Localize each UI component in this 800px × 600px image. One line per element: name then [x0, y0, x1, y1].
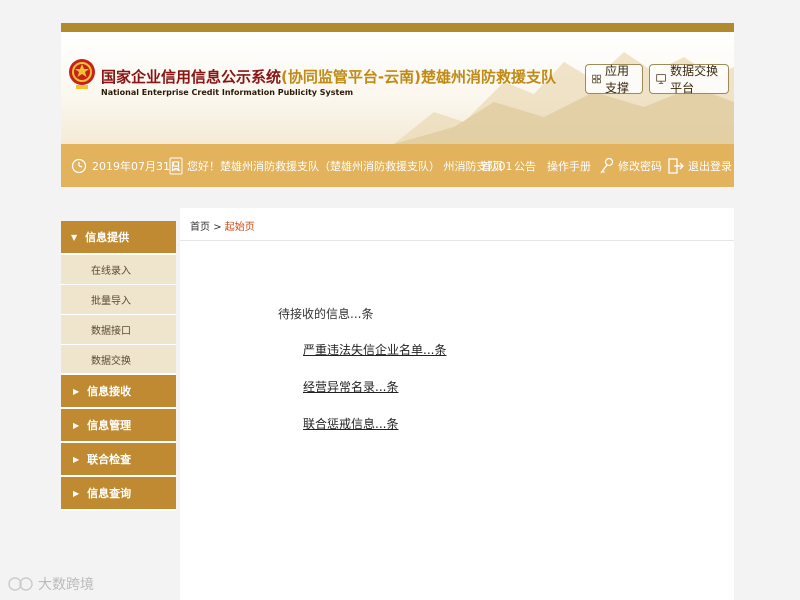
sidebar-item-label: 信息提供	[85, 231, 130, 244]
system-title-english: National Enterprise Credit Information P…	[101, 88, 354, 97]
sidebar-item-label: 信息管理	[87, 419, 132, 432]
greeting-text: 您好！楚雄州消防救援支队（楚雄州消防救援支队） 州消防支队01	[187, 159, 513, 173]
data-exchange-button[interactable]: 数据交换平台	[649, 64, 729, 95]
breadcrumb-separator: >	[213, 222, 222, 233]
breadcrumb-home[interactable]: 首页	[190, 222, 210, 233]
sidebar-item-joint-inspection[interactable]: ▶ 联合检查	[61, 443, 176, 477]
serious-violation-link[interactable]: 严重违法失信企业名单...条	[303, 341, 446, 358]
watermark-text: 大数跨境	[38, 577, 94, 593]
watermark-logo-icon	[8, 577, 33, 591]
pending-info-label: 待接收的信息...条	[278, 307, 374, 321]
caret-right-icon: ▶	[73, 420, 80, 430]
date-text: 2019年07月31日	[92, 159, 181, 173]
sidebar-item-info-query[interactable]: ▶ 信息查询	[61, 477, 176, 511]
sidebar-subitem-data-interface[interactable]: 数据接口	[61, 315, 176, 345]
sidebar-item-info-provide[interactable]: ▼ 信息提供	[61, 221, 176, 255]
grid-icon	[592, 74, 601, 84]
caret-down-icon: ▼	[71, 232, 78, 242]
caret-right-icon: ▶	[73, 488, 80, 498]
sidebar-item-label: 信息接收	[87, 385, 132, 398]
sidebar: ▼ 信息提供 在线录入 批量导入 数据接口 数据交换 ▶ 信息接收 ▶ 信息管理…	[61, 221, 176, 511]
nav-manual-link[interactable]: 操作手册	[547, 144, 591, 187]
change-password-link[interactable]: 修改密码	[598, 144, 662, 187]
national-emblem-icon	[69, 59, 95, 89]
caret-right-icon: ▶	[73, 386, 80, 396]
sidebar-subitem-data-exchange[interactable]: 数据交换	[61, 345, 176, 375]
caret-right-icon: ▶	[73, 454, 80, 464]
app-support-label: 应用支撑	[605, 64, 630, 95]
top-nav-bar: 2019年07月31日 您好！楚雄州消防救援支队（楚雄州消防救援支队） 州消防支…	[61, 144, 734, 187]
nav-notice-link[interactable]: 公告	[514, 144, 536, 187]
key-icon	[600, 157, 614, 173]
sidebar-item-info-receive[interactable]: ▶ 信息接收	[61, 375, 176, 409]
data-exchange-label: 数据交换平台	[670, 64, 719, 95]
user-icon	[169, 157, 183, 174]
logout-label: 退出登录	[688, 159, 732, 173]
main-content: 首页 > 起始页 待接收的信息...条 严重违法失信企业名单...条 经营异常名…	[180, 208, 734, 600]
nav-home-link[interactable]: 首页	[481, 144, 503, 187]
app-support-button[interactable]: 应用支撑	[585, 64, 643, 95]
sidebar-item-info-manage[interactable]: ▶ 信息管理	[61, 409, 176, 443]
site-header: 国家企业信用信息公示系统(协同监管平台-云南)楚雄州消防救援支队 Nationa…	[61, 32, 734, 144]
watermark: 大数跨境	[8, 574, 94, 594]
breadcrumb-current: 起始页	[224, 222, 255, 233]
monitor-icon	[656, 74, 666, 84]
top-strip	[61, 23, 734, 32]
sidebar-subitem-batch-import[interactable]: 批量导入	[61, 285, 176, 315]
change-password-label: 修改密码	[618, 159, 662, 173]
date-display: 2019年07月31日	[71, 144, 181, 187]
system-title: 国家企业信用信息公示系统(协同监管平台-云南)楚雄州消防救援支队	[101, 68, 556, 86]
logout-icon	[668, 157, 684, 174]
divider	[180, 240, 734, 241]
breadcrumb: 首页 > 起始页	[190, 218, 255, 233]
clock-icon	[71, 158, 87, 173]
user-greeting: 您好！楚雄州消防救援支队（楚雄州消防救援支队） 州消防支队01	[169, 144, 513, 187]
abnormal-operation-link[interactable]: 经营异常名录...条	[303, 378, 398, 395]
sidebar-item-label: 信息查询	[87, 487, 132, 500]
sidebar-subitem-online-entry[interactable]: 在线录入	[61, 255, 176, 285]
joint-punishment-link[interactable]: 联合惩戒信息...条	[303, 415, 398, 432]
logout-link[interactable]: 退出登录	[668, 144, 732, 187]
sidebar-item-label: 联合检查	[87, 453, 132, 466]
